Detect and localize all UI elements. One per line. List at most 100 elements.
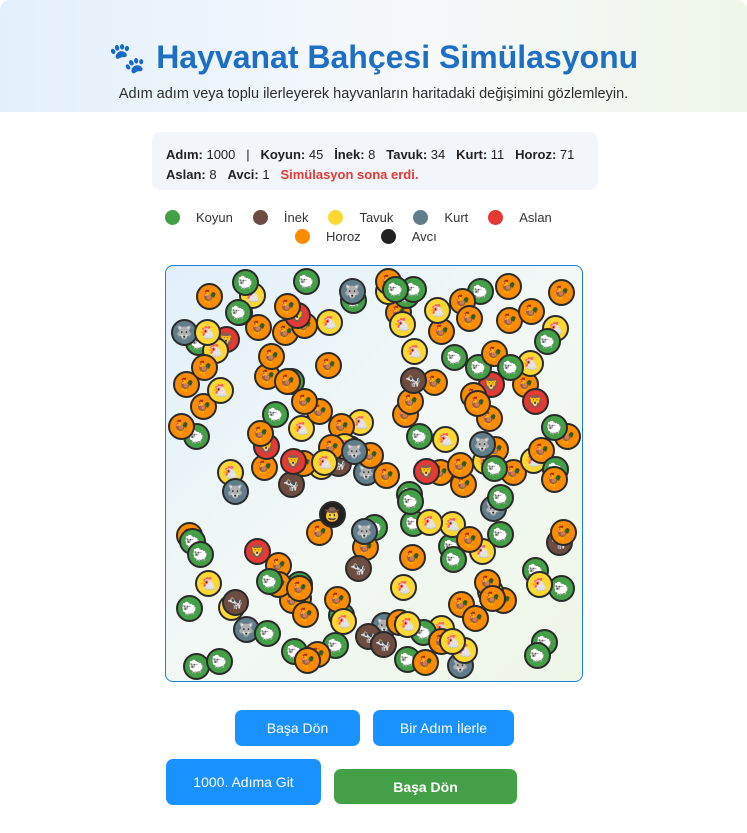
- header: 🐾 Hayvanat Bahçesi Simülasyonu Adım adım …: [0, 0, 747, 112]
- koyun-dot-icon: [165, 210, 180, 225]
- reset-bottom-button[interactable]: Başa Dön: [334, 769, 517, 804]
- legend: Koyun İnek Tavuk Kurt Aslan Horoz Avcı: [165, 208, 585, 246]
- tavuk-token: 🐔: [207, 377, 234, 404]
- tavuk-token: 🐔: [432, 426, 459, 453]
- legend-label: Horoz: [326, 229, 361, 244]
- kurt-token: 🐺: [351, 518, 378, 545]
- legend-row: Horoz Avcı: [165, 227, 585, 246]
- tavuk-token: 🐔: [194, 319, 221, 346]
- koyun-token: 🐑: [232, 269, 259, 296]
- horoz-token: 🐓: [196, 283, 223, 310]
- aslan-token: 🦁: [280, 448, 307, 475]
- horoz-dot-icon: [295, 229, 310, 244]
- horoz-token: 🐓: [548, 279, 575, 306]
- koyun-token: 🐑: [206, 648, 233, 675]
- step-forward-button[interactable]: Bir Adım İlerle: [373, 710, 514, 746]
- koyun-token: 🐑: [382, 276, 409, 303]
- simulation-map: 🐓🐑🐓🐓🐄🐓🐑🐓🐑🐔🐔🐔🐓🐔🐓🐑🐑🐓🐑🐑🐓🐓🐺🐑🐺🐔🐔🐑🐑🐓🐑🐓🐓🐔🐺🐓🐑🦁🐓🐔…: [165, 265, 583, 682]
- koyun-token: 🐑: [487, 484, 514, 511]
- tavuk-dot-icon: [328, 210, 344, 225]
- koyun-token: 🐑: [534, 328, 561, 355]
- kurt-token: 🐺: [341, 438, 368, 465]
- legend-item-kurt: Kurt: [413, 210, 468, 225]
- aslan-label: Aslan:: [166, 167, 206, 182]
- stats-separator: |: [246, 147, 250, 162]
- inek-count: 8: [368, 147, 376, 162]
- koyun-token: 🐑: [187, 541, 214, 568]
- aslan-token: 🦁: [522, 388, 549, 415]
- horoz-token: 🐓: [274, 293, 301, 320]
- kurt-label: Kurt:: [456, 147, 488, 162]
- paw-icon: 🐾: [108, 42, 147, 75]
- kurt-token: 🐺: [339, 278, 366, 305]
- reset-button[interactable]: Başa Dön: [235, 710, 360, 746]
- kurt-count: 11: [490, 147, 505, 162]
- tavuk-token: 🐔: [401, 338, 428, 365]
- legend-item-inek: İnek: [252, 210, 309, 225]
- koyun-token: 🐑: [406, 423, 433, 450]
- tavuk-token: 🐔: [416, 509, 443, 536]
- legend-label: Avcı: [411, 229, 437, 244]
- koyun-token: 🐑: [225, 299, 252, 326]
- stats-panel: Adım: 1000 | Koyun: 45 İnek: 8 Tavuk: 34…: [152, 132, 598, 190]
- aslan-token: 🦁: [244, 538, 271, 565]
- inek-token: 🐄: [222, 589, 249, 616]
- legend-item-horoz: Horoz: [295, 229, 361, 244]
- legend-label: Kurt: [444, 210, 469, 225]
- koyun-token: 🐑: [487, 521, 514, 548]
- legend-label: Aslan: [519, 210, 552, 225]
- tavuk-label: Tavuk:: [386, 147, 428, 162]
- horoz-token: 🐓: [191, 354, 218, 381]
- koyun-token: 🐑: [497, 354, 524, 381]
- legend-label: İnek: [283, 210, 309, 225]
- horoz-token: 🐓: [456, 305, 483, 332]
- horoz-token: 🐓: [294, 647, 321, 674]
- goto-step-1000-button[interactable]: 1000. Adıma Git: [166, 759, 321, 805]
- horoz-token: 🐓: [168, 413, 195, 440]
- tavuk-token: 🐔: [394, 611, 421, 638]
- koyun-token: 🐑: [254, 620, 281, 647]
- aslan-count: 8: [209, 167, 217, 182]
- horoz-token: 🐓: [315, 352, 342, 379]
- koyun-label: Koyun:: [260, 147, 306, 162]
- horoz-token: 🐓: [399, 544, 426, 571]
- horoz-token: 🐓: [286, 575, 313, 602]
- avci-count: 1: [262, 167, 270, 182]
- avci-token: 🤠: [319, 501, 346, 528]
- inek-label: İnek:: [334, 147, 365, 162]
- inek-token: 🐄: [370, 631, 397, 658]
- koyun-token: 🐑: [293, 268, 320, 295]
- tavuk-token: 🐔: [526, 571, 553, 598]
- legend-label: Tavuk: [359, 210, 394, 225]
- tavuk-count: 34: [430, 147, 446, 162]
- page-title-text: Hayvanat Bahçesi Simülasyonu: [156, 39, 639, 75]
- koyun-count: 45: [308, 147, 324, 162]
- tavuk-token: 🐔: [390, 574, 417, 601]
- horoz-token: 🐓: [550, 519, 577, 546]
- tavuk-token: 🐔: [389, 311, 416, 338]
- step-label: Adım:: [166, 147, 203, 162]
- horoz-token: 🐓: [412, 649, 439, 676]
- koyun-token: 🐑: [397, 488, 424, 515]
- legend-label: Koyun: [196, 210, 233, 225]
- horoz-token: 🐓: [541, 466, 568, 493]
- kurt-token: 🐺: [469, 431, 496, 458]
- horoz-label: Horoz:: [515, 147, 557, 162]
- horoz-token: 🐓: [464, 390, 491, 417]
- tavuk-token: 🐔: [439, 628, 466, 655]
- tavuk-token: 🐔: [195, 570, 222, 597]
- kurt-dot-icon: [413, 210, 429, 225]
- horoz-token: 🐓: [247, 420, 274, 447]
- horoz-token: 🐓: [495, 273, 522, 300]
- aslan-token: 🦁: [413, 458, 440, 485]
- kurt-token: 🐺: [222, 478, 249, 505]
- horoz-token: 🐓: [479, 585, 506, 612]
- tavuk-token: 🐔: [311, 449, 338, 476]
- horoz-token: 🐓: [292, 601, 319, 628]
- koyun-token: 🐑: [176, 595, 203, 622]
- inek-dot-icon: [252, 210, 268, 225]
- horoz-token: 🐓: [447, 452, 474, 479]
- avci-dot-icon: [380, 229, 396, 244]
- horoz-token: 🐓: [258, 343, 285, 370]
- inek-token: 🐄: [400, 367, 427, 394]
